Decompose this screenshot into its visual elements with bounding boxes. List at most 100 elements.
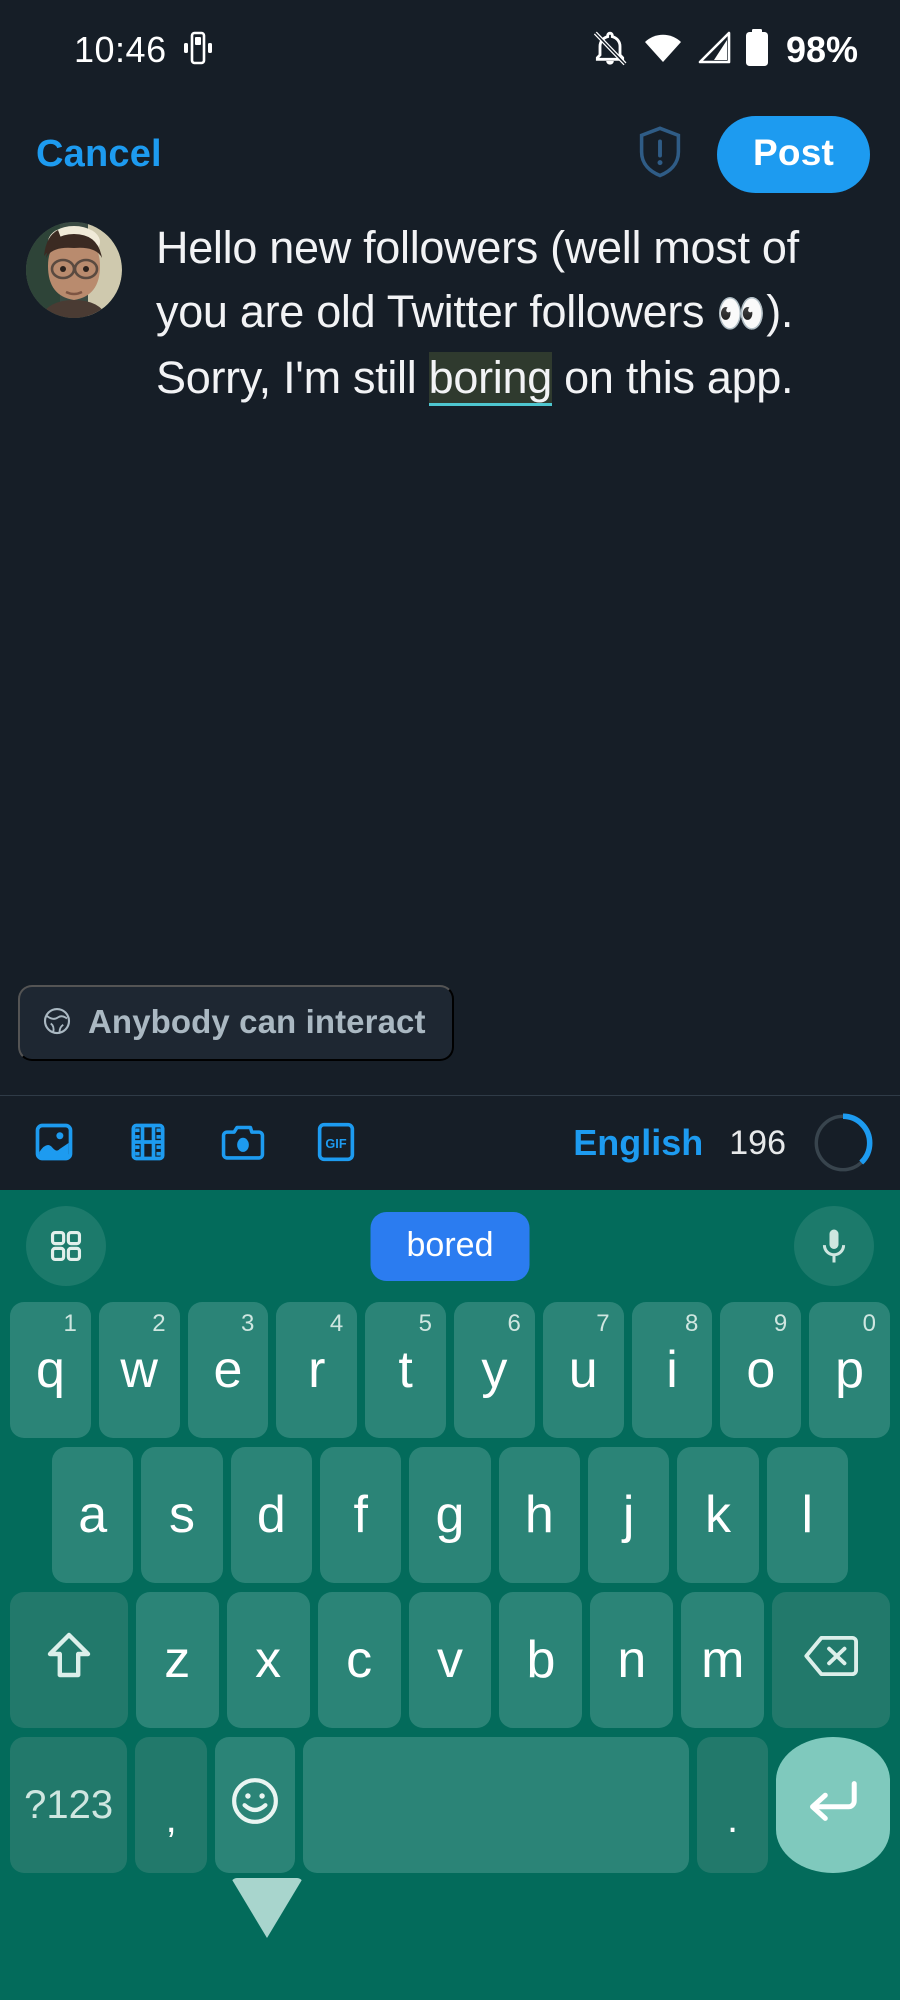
symbols-key[interactable]: ?123 [10, 1737, 128, 1873]
key-q[interactable]: 1q [10, 1302, 91, 1438]
period-key[interactable]: . [696, 1737, 769, 1873]
compose-toolbar: GIF English 196 [0, 1095, 900, 1190]
status-bar: 10:46 98% [0, 0, 900, 100]
key-u[interactable]: 7u [542, 1302, 624, 1438]
backspace-key[interactable] [772, 1592, 890, 1728]
svg-text:GIF: GIF [325, 1135, 346, 1150]
compose-header: Cancel Post [0, 100, 900, 208]
key-hint: 9 [773, 1310, 788, 1337]
language-button[interactable]: English [573, 1122, 703, 1164]
key-label: p [835, 1341, 865, 1399]
emoji-key[interactable] [215, 1737, 295, 1873]
key-v[interactable]: v [408, 1592, 492, 1728]
back-triangle-icon [231, 1877, 304, 1953]
keyboard-row-4: ?123 , . [4, 1737, 896, 1873]
status-bar-left: 10:46 [74, 29, 213, 71]
audience-button[interactable]: Anybody can interact [18, 985, 454, 1061]
key-e[interactable]: 3e [187, 1302, 269, 1438]
key-d[interactable]: d [230, 1447, 312, 1583]
compose-body: Hello new followers (well most of you ar… [0, 208, 900, 410]
keyboard-row-3: z x c v b n m [4, 1592, 896, 1728]
key-a[interactable]: a [52, 1447, 134, 1583]
key-w[interactable]: 2w [98, 1302, 180, 1438]
video-icon[interactable] [126, 1120, 170, 1167]
key-b[interactable]: b [499, 1592, 583, 1728]
compose-header-right: Post [637, 115, 870, 193]
backspace-icon [804, 1634, 859, 1687]
keyboard-row-2: a s d f g h j k l [4, 1447, 896, 1583]
comma-key[interactable]: , [135, 1737, 208, 1873]
key-label: y [481, 1341, 508, 1399]
vibrate-icon [183, 31, 213, 70]
key-label: o [746, 1341, 776, 1399]
keyboard-suggestion-bar: bored [0, 1190, 900, 1302]
back-nav-button[interactable] [231, 1877, 304, 1953]
cellular-signal-icon [696, 31, 732, 70]
globe-icon [42, 1006, 72, 1039]
key-label: i [666, 1341, 678, 1399]
key-hint: 2 [152, 1310, 166, 1337]
microphone-icon[interactable] [794, 1206, 874, 1286]
suggestion-chip[interactable]: bored [370, 1211, 530, 1281]
key-f[interactable]: f [320, 1447, 402, 1583]
key-hint: 8 [685, 1310, 699, 1337]
character-count: 196 [729, 1123, 786, 1162]
key-k[interactable]: k [677, 1447, 759, 1583]
key-z[interactable]: z [135, 1592, 219, 1728]
post-text-part: on this app. [551, 352, 794, 403]
key-hint: 0 [862, 1310, 876, 1337]
gif-icon[interactable]: GIF [316, 1120, 356, 1167]
enter-key[interactable] [776, 1737, 890, 1873]
media-tools: GIF [32, 1120, 356, 1167]
app-grid-icon[interactable] [26, 1206, 106, 1286]
key-h[interactable]: h [498, 1447, 580, 1583]
key-o[interactable]: 9o [720, 1302, 802, 1438]
audience-row: Anybody can interact [0, 985, 454, 1061]
key-x[interactable]: x [226, 1592, 310, 1728]
shield-alert-icon[interactable] [637, 125, 683, 184]
battery-icon [744, 28, 770, 72]
avatar[interactable] [26, 222, 122, 318]
key-y[interactable]: 6y [454, 1302, 535, 1438]
key-label: t [398, 1341, 413, 1399]
cancel-button[interactable]: Cancel [36, 133, 162, 176]
selected-word[interactable]: boring [428, 352, 552, 403]
key-j[interactable]: j [587, 1447, 670, 1583]
key-hint: 5 [418, 1310, 432, 1337]
key-i[interactable]: 8i [631, 1302, 713, 1438]
space-key[interactable] [302, 1737, 689, 1873]
emoji-smiley-icon [230, 1776, 280, 1835]
audience-label: Anybody can interact [88, 1003, 426, 1040]
post-button[interactable]: Post [717, 115, 870, 193]
period-label: . [726, 1797, 739, 1841]
key-hint: 6 [507, 1310, 521, 1337]
post-text-part: Hello new followers (well most of you ar… [156, 222, 799, 337]
key-m[interactable]: m [681, 1592, 765, 1728]
battery-percent-label: 98% [785, 29, 858, 70]
keyboard-row-1: 1q 2w 3e 4r 5t 6y 7u 8i 9o 0p [4, 1302, 896, 1438]
key-n[interactable]: n [590, 1592, 674, 1728]
mute-notifications-icon [590, 28, 630, 73]
eyes-emoji: 👀 [716, 292, 767, 336]
key-label: q [35, 1341, 65, 1399]
key-hint: 1 [63, 1310, 77, 1337]
status-time: 10:46 [74, 29, 167, 70]
key-r[interactable]: 4r [276, 1302, 358, 1438]
image-icon[interactable] [32, 1120, 76, 1167]
wifi-icon [642, 31, 684, 70]
system-nav-bar [0, 1877, 900, 2000]
key-s[interactable]: s [141, 1447, 223, 1583]
shift-key[interactable] [10, 1592, 128, 1728]
key-l[interactable]: l [766, 1447, 848, 1583]
enter-arrow-icon [806, 1777, 860, 1834]
key-hint: 3 [241, 1310, 255, 1337]
key-label: w [120, 1341, 158, 1399]
key-c[interactable]: c [317, 1592, 401, 1728]
post-text[interactable]: Hello new followers (well most of you ar… [156, 216, 856, 410]
key-hint: 4 [329, 1310, 344, 1337]
phone-screen: 10:46 98% Cancel Post Hello new follower… [0, 0, 900, 2000]
key-t[interactable]: 5t [365, 1302, 446, 1438]
key-p[interactable]: 0p [809, 1302, 890, 1438]
key-g[interactable]: g [409, 1447, 491, 1583]
camera-icon[interactable] [220, 1120, 266, 1167]
